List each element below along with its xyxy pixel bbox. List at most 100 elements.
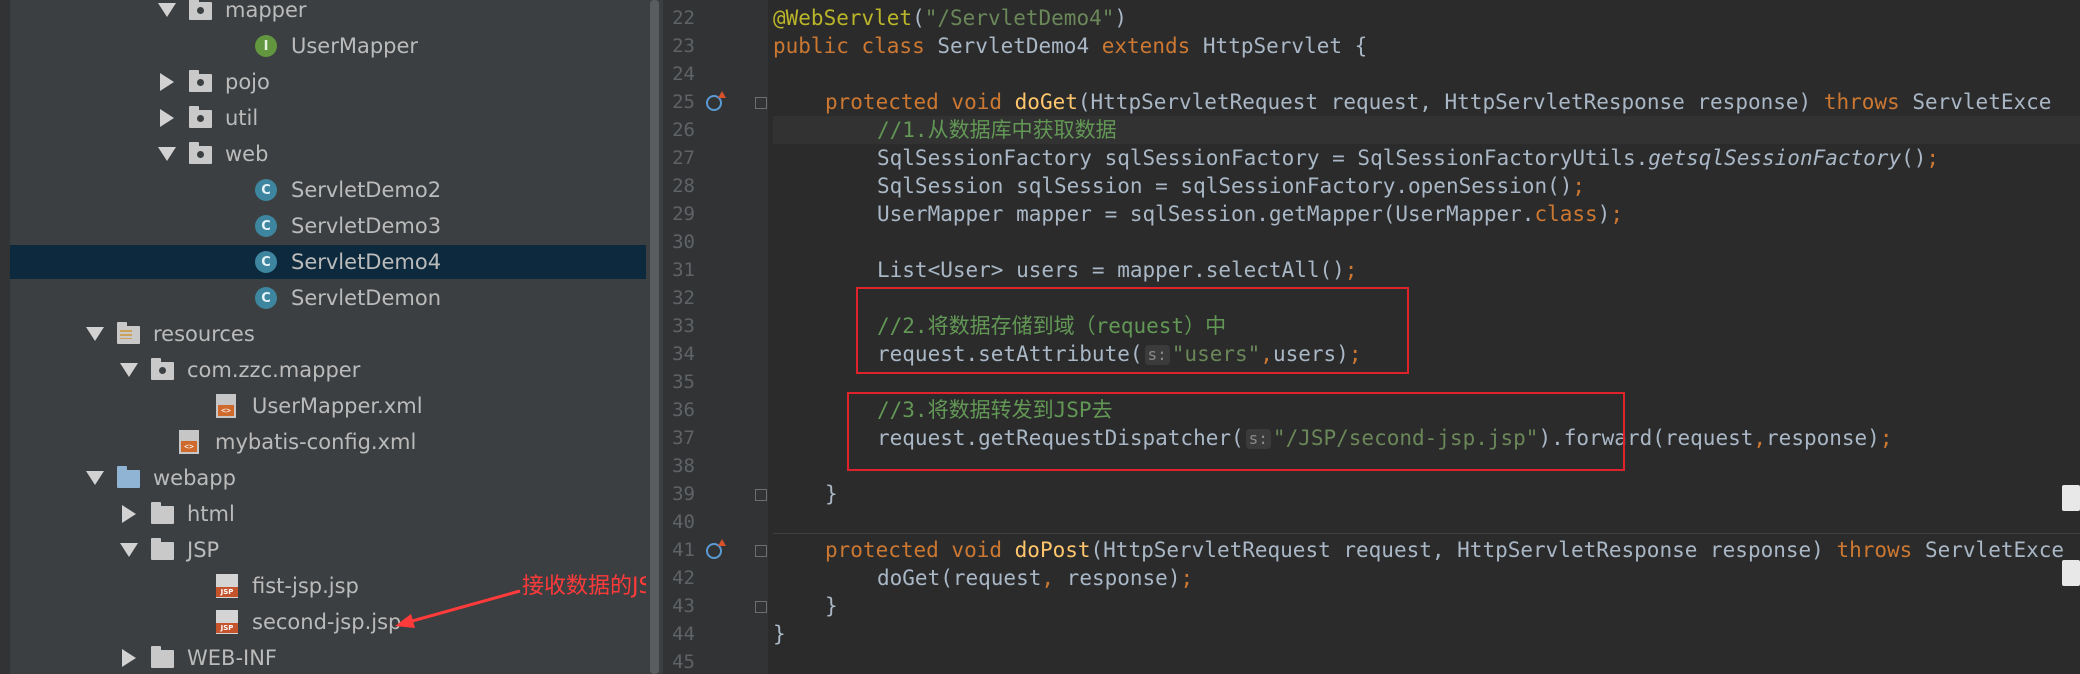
tree-left-strip bbox=[0, 0, 10, 674]
tree-item[interactable]: com.zzc.mapper bbox=[10, 353, 663, 387]
tree-item-label: JSP bbox=[187, 538, 220, 562]
line-number: 43 bbox=[672, 595, 695, 617]
tree-item[interactable]: html bbox=[10, 497, 663, 531]
tree-item[interactable]: webapp bbox=[10, 461, 663, 495]
folder-icon bbox=[151, 538, 175, 562]
tree-item[interactable]: WEB-INF bbox=[10, 641, 663, 674]
tree-item[interactable]: JSP bbox=[10, 533, 663, 567]
annotation-label: 接收数据的JSP bbox=[522, 574, 663, 599]
code-line-23: public class ServletDemo4 extends HttpSe… bbox=[773, 34, 1368, 58]
tree-item-label: ServletDemo4 bbox=[291, 250, 442, 274]
expand-arrow-icon[interactable] bbox=[86, 469, 104, 487]
highlight-box-forward bbox=[847, 392, 1625, 471]
code-line-43: } bbox=[825, 594, 838, 618]
editor-gutter: 22 23 24 25 26 27 28 29 30 31 32 33 34 35 36 37 38 39 40 41… bbox=[663, 0, 768, 674]
interface-icon: I bbox=[255, 34, 279, 58]
line-number: 30 bbox=[672, 231, 695, 253]
fold-icon[interactable] bbox=[755, 601, 767, 613]
tree-item[interactable]: mapper bbox=[10, 0, 663, 27]
jsp-file-icon: JSP bbox=[216, 610, 240, 634]
line-number: 22 bbox=[672, 7, 695, 29]
tree-item[interactable]: util bbox=[10, 101, 663, 135]
class-icon: C bbox=[255, 214, 279, 238]
override-marker-icon[interactable] bbox=[706, 91, 726, 111]
line-number: 41 bbox=[672, 539, 695, 561]
tree-item[interactable]: C ServletDemo3 bbox=[10, 209, 663, 243]
tree-item[interactable]: C ServletDemo2 bbox=[10, 173, 663, 207]
expand-arrow-icon[interactable] bbox=[158, 1, 176, 19]
line-number: 39 bbox=[672, 483, 695, 505]
code-line-39: } bbox=[825, 482, 838, 506]
line-number: 28 bbox=[672, 175, 695, 197]
line-number: 32 bbox=[672, 287, 695, 309]
project-tree-panel: mapper I UserMapper pojo util web C ServletDemo… bbox=[0, 0, 663, 674]
resources-folder-icon bbox=[117, 322, 141, 346]
collapse-arrow-icon[interactable] bbox=[121, 649, 137, 667]
line-number: 45 bbox=[672, 651, 695, 673]
code-line-26: //1.从数据库中获取数据 bbox=[877, 118, 1117, 142]
tree-item[interactable]: pojo bbox=[10, 65, 663, 99]
class-icon: C bbox=[255, 178, 279, 202]
xml-file-icon: <> bbox=[179, 430, 203, 454]
line-number: 37 bbox=[672, 427, 695, 449]
expand-arrow-icon[interactable] bbox=[120, 541, 138, 559]
fold-icon[interactable] bbox=[755, 97, 767, 109]
line-number: 24 bbox=[672, 63, 695, 85]
class-icon: C bbox=[255, 250, 279, 274]
tree-item[interactable]: C ServletDemo4 bbox=[10, 245, 663, 279]
tree-item-label: ServletDemon bbox=[291, 286, 442, 310]
code-line-27: SqlSessionFactory sqlSessionFactory = Sq… bbox=[877, 146, 1940, 170]
line-number: 25 bbox=[672, 91, 695, 113]
class-icon: C bbox=[255, 286, 279, 310]
tree-item-label: second-jsp.jsp bbox=[252, 610, 402, 634]
tree-item[interactable]: C ServletDemon bbox=[10, 281, 663, 315]
xml-file-icon: <> bbox=[216, 394, 240, 418]
line-number: 27 bbox=[672, 147, 695, 169]
tree-item[interactable]: resources bbox=[10, 317, 663, 351]
collapse-arrow-icon[interactable] bbox=[159, 73, 175, 91]
package-folder-icon bbox=[189, 0, 213, 22]
tree-item[interactable]: <> mybatis-config.xml bbox=[10, 425, 663, 459]
code-editor[interactable]: 22 23 24 25 26 27 28 29 30 31 32 33 34 35 36 37 38 39 40 41… bbox=[663, 0, 2080, 674]
tree-item-label: UserMapper.xml bbox=[252, 394, 423, 418]
line-number: 42 bbox=[672, 567, 695, 589]
tree-item[interactable]: JSP second-jsp.jsp bbox=[10, 605, 663, 639]
line-number: 35 bbox=[672, 371, 695, 393]
tree-item-label: ServletDemo2 bbox=[291, 178, 442, 202]
tree-item-label: mapper bbox=[225, 0, 307, 22]
override-marker-icon[interactable] bbox=[706, 539, 726, 559]
fold-icon[interactable] bbox=[755, 489, 767, 501]
tree-item[interactable]: <> UserMapper.xml bbox=[10, 389, 663, 423]
annotation-arrow bbox=[395, 589, 521, 628]
editor-right-margin bbox=[2060, 0, 2080, 674]
code-line-41: protected void doPost(HttpServletRequest… bbox=[825, 538, 2065, 562]
expand-arrow-icon[interactable] bbox=[86, 325, 104, 343]
tree-scrollbar[interactable] bbox=[646, 0, 663, 674]
tree-item-label: web bbox=[225, 142, 269, 166]
collapse-arrow-icon[interactable] bbox=[121, 505, 137, 523]
tree-item-label: html bbox=[187, 502, 235, 526]
package-folder-icon bbox=[151, 358, 175, 382]
tree-item[interactable]: web bbox=[10, 137, 663, 171]
line-number: 33 bbox=[672, 315, 695, 337]
tree-item-label: util bbox=[225, 106, 259, 130]
code-line-25: protected void doGet(HttpServletRequest … bbox=[825, 90, 2052, 114]
tree-item[interactable]: I UserMapper bbox=[10, 29, 663, 63]
line-number: 34 bbox=[672, 343, 695, 365]
code-line-31: List<User> users = mapper.selectAll(); bbox=[877, 258, 1358, 282]
line-number: 44 bbox=[672, 623, 695, 645]
fold-icon[interactable] bbox=[755, 545, 767, 557]
expand-arrow-icon[interactable] bbox=[120, 361, 138, 379]
tree-item-label: mybatis-config.xml bbox=[215, 430, 417, 454]
line-number: 31 bbox=[672, 259, 695, 281]
margin-marker[interactable] bbox=[2062, 560, 2080, 586]
expand-arrow-icon[interactable] bbox=[158, 145, 176, 163]
line-number: 29 bbox=[672, 203, 695, 225]
margin-marker[interactable] bbox=[2062, 485, 2080, 511]
highlight-box-store-data bbox=[856, 287, 1409, 374]
folder-icon bbox=[151, 502, 175, 526]
tree-item-label: WEB-INF bbox=[187, 646, 277, 670]
collapse-arrow-icon[interactable] bbox=[159, 109, 175, 127]
package-folder-icon bbox=[189, 70, 213, 94]
tree-item-label: fist-jsp.jsp bbox=[252, 574, 359, 598]
